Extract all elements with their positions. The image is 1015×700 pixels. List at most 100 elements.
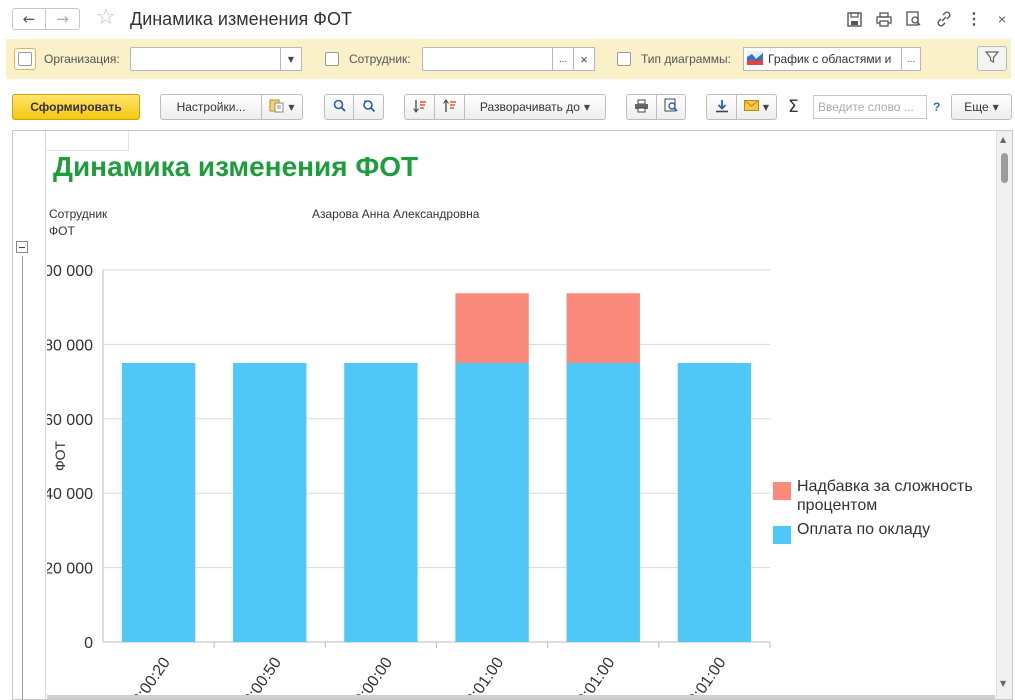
more-button[interactable]: Еще ▼ bbox=[951, 94, 1012, 120]
y-tick-label: 100 000 bbox=[47, 263, 93, 280]
chevron-down-icon: ▼ bbox=[287, 54, 295, 64]
expand-to-label: Разворачивать до bbox=[479, 100, 580, 114]
chevron-down-icon: ▼ bbox=[762, 102, 770, 112]
help-button[interactable]: ? bbox=[933, 100, 940, 114]
link-icon[interactable] bbox=[934, 9, 954, 29]
sort-descending-button[interactable] bbox=[404, 94, 435, 120]
report-title: Динамика изменения ФОТ bbox=[53, 151, 419, 182]
employee-clear-button[interactable]: × bbox=[573, 47, 595, 71]
print-preview-button[interactable] bbox=[656, 94, 686, 120]
preview-icon[interactable] bbox=[904, 9, 924, 29]
arrow-left-icon: ← bbox=[22, 10, 36, 28]
y-tick-label: 20 000 bbox=[47, 561, 93, 578]
scroll-thumb[interactable] bbox=[1001, 153, 1008, 183]
chart-type-label: Тип диаграммы: bbox=[641, 52, 731, 66]
bar-bonus bbox=[455, 293, 529, 363]
employee-input[interactable] bbox=[422, 47, 554, 71]
forward-button[interactable]: → bbox=[46, 8, 80, 30]
search-icon bbox=[333, 99, 346, 115]
title-bar: ← → ☆ Динамика изменения ФОТ ⋮ × bbox=[0, 0, 1015, 38]
more-vertical-icon[interactable]: ⋮ bbox=[964, 9, 984, 29]
x-tick-label: 0:00:50 bbox=[240, 654, 285, 700]
envelope-icon bbox=[743, 100, 759, 114]
print-button[interactable] bbox=[626, 94, 657, 120]
y-tick-label: 40 000 bbox=[47, 486, 93, 503]
vertical-scrollbar[interactable]: ▲ ▼ bbox=[996, 131, 1012, 699]
sort-asc-icon bbox=[442, 98, 457, 116]
employee-label: Сотрудник: bbox=[349, 52, 411, 66]
command-bar: Сформировать Настройки... ▼ Разворачиват… bbox=[0, 92, 1015, 122]
organization-label: Организация: bbox=[44, 52, 120, 66]
printer-icon bbox=[634, 99, 649, 116]
funnel-icon bbox=[984, 50, 1000, 67]
filter-bar: Организация: ▼ Сотрудник: ... × Тип диаг… bbox=[6, 39, 1011, 79]
sum-icon[interactable]: Σ bbox=[788, 97, 799, 117]
bar-salary bbox=[344, 363, 418, 642]
sort-desc-icon bbox=[412, 99, 427, 116]
param-fot-label: ФОТ bbox=[49, 224, 75, 238]
y-tick-label: 0 bbox=[84, 635, 93, 652]
legend-swatch bbox=[773, 526, 791, 544]
employee-checkbox[interactable] bbox=[325, 52, 339, 66]
param-employee-label: Сотрудник bbox=[49, 207, 108, 221]
arrow-right-icon: → bbox=[56, 10, 69, 28]
param-employee-value: Азарова Анна Александровна bbox=[312, 207, 480, 221]
y-tick-label: 60 000 bbox=[47, 412, 93, 429]
legend-swatch bbox=[773, 482, 791, 500]
organization-dropdown-button[interactable]: ▼ bbox=[280, 47, 302, 71]
report-cell bbox=[47, 131, 129, 151]
legend-label: Оплата по окладу bbox=[797, 521, 930, 538]
save-icon[interactable] bbox=[844, 9, 864, 29]
search-input[interactable]: Введите слово ... bbox=[813, 95, 927, 119]
organization-checkbox[interactable] bbox=[14, 48, 36, 70]
x-tick-label: 0:00:20 bbox=[129, 654, 174, 700]
print-icon[interactable] bbox=[874, 9, 894, 29]
legend-label: Надбавка за сложность bbox=[797, 478, 973, 495]
y-tick-label: 80 000 bbox=[47, 337, 93, 354]
x-tick-label: 0:00:00 bbox=[352, 654, 397, 700]
bar-salary bbox=[677, 363, 752, 642]
y-axis-label: ФОТ bbox=[52, 441, 68, 472]
variants-button[interactable]: ▼ bbox=[261, 94, 303, 120]
report-variant-icon bbox=[269, 98, 284, 116]
area-chart-icon bbox=[747, 50, 763, 68]
chevron-down-icon: ▼ bbox=[288, 102, 295, 112]
scroll-up-icon[interactable]: ▲ bbox=[1000, 135, 1006, 144]
generate-button[interactable]: Сформировать bbox=[12, 94, 140, 120]
back-button[interactable]: ← bbox=[12, 8, 46, 30]
legend-label: процентом bbox=[797, 497, 877, 514]
report-document[interactable]: Динамика изменения ФОТ Сотрудник ФОТ Аза… bbox=[12, 130, 1013, 700]
settings-button[interactable]: Настройки... bbox=[160, 94, 262, 120]
expand-to-dropdown[interactable]: Разворачивать до ▼ bbox=[464, 94, 606, 120]
window-title: Динамика изменения ФОТ bbox=[130, 9, 352, 29]
bar-salary bbox=[233, 363, 307, 642]
collapse-group-icon[interactable] bbox=[16, 241, 28, 253]
chart-type-input[interactable]: График с областями и bbox=[743, 47, 903, 71]
bar-salary bbox=[121, 363, 196, 642]
x-tick-label: 0:01:00 bbox=[685, 654, 730, 700]
bar-salary bbox=[566, 363, 640, 642]
organization-input[interactable] bbox=[130, 47, 284, 71]
close-icon[interactable]: × bbox=[992, 9, 1012, 29]
favorite-star-icon[interactable]: ☆ bbox=[96, 6, 116, 30]
filter-settings-button[interactable] bbox=[977, 46, 1007, 71]
save-to-file-button[interactable] bbox=[706, 94, 737, 120]
more-label: Еще bbox=[964, 100, 989, 114]
send-email-button[interactable]: ▼ bbox=[736, 94, 777, 120]
horizontal-scrollbar[interactable] bbox=[47, 695, 995, 699]
bar-bonus bbox=[566, 293, 640, 363]
chart-type-value: График с областями и bbox=[768, 52, 892, 66]
chart-type-select-button[interactable]: ... bbox=[901, 47, 921, 71]
scroll-down-icon[interactable]: ▼ bbox=[1000, 679, 1006, 688]
employee-select-button[interactable]: ... bbox=[552, 47, 574, 71]
chart-type-checkbox[interactable] bbox=[617, 52, 631, 66]
chevron-down-icon: ▼ bbox=[992, 102, 999, 112]
sort-ascending-button[interactable] bbox=[434, 94, 465, 120]
search-next-icon bbox=[362, 99, 376, 115]
fot-chart: 0 20 000 40 000 60 000 80 000 100 000 ФОТ 0:00:… bbox=[47, 263, 973, 700]
group-gutter bbox=[13, 131, 46, 699]
find-button[interactable] bbox=[324, 94, 354, 120]
bar-salary bbox=[455, 363, 529, 642]
x-tick-label: 0:01:00 bbox=[574, 654, 619, 700]
find-next-button[interactable] bbox=[353, 94, 384, 120]
